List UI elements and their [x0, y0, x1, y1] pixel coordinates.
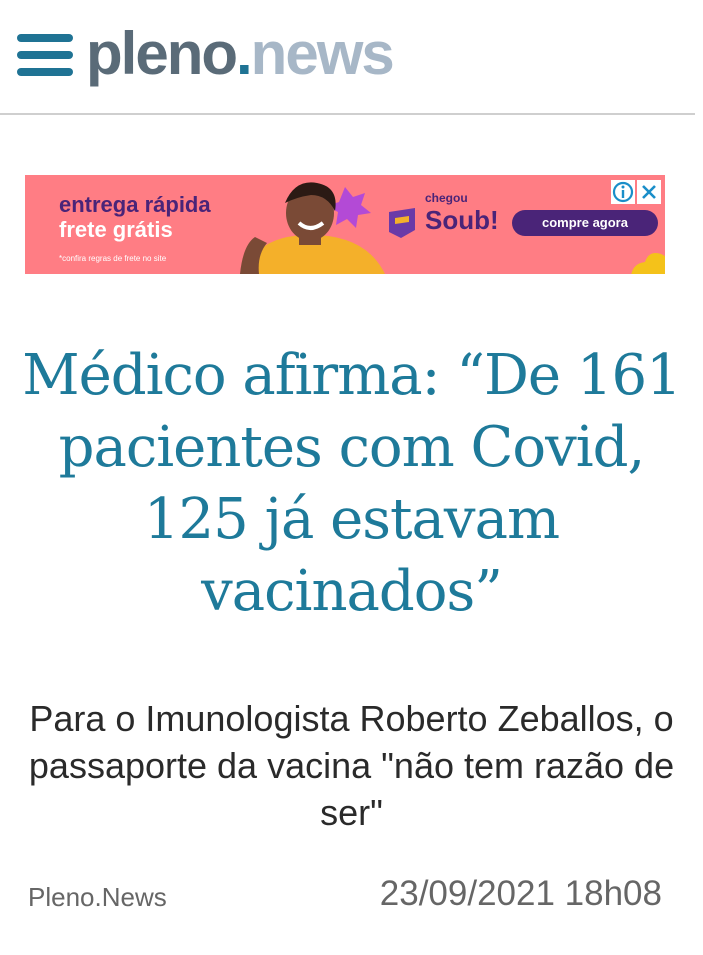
article-subtitle: Para o Imunologista Roberto Zeballos, o … — [28, 698, 675, 833]
ad-brand: Soub! — [425, 205, 499, 235]
ad-close-icon[interactable] — [637, 180, 661, 204]
site-header: pleno.news — [0, 0, 695, 115]
article-title: Médico afirma: “De 161 pacientes com Cov… — [22, 343, 681, 624]
hamburger-menu-icon[interactable] — [17, 34, 73, 76]
adchoices-icon[interactable] — [611, 180, 635, 204]
logo-text-pleno: pleno — [86, 20, 238, 87]
article-date: 23/09/2021 18h08 — [379, 874, 662, 913]
logo-text-news: news — [250, 20, 395, 87]
ad-decoration-shape — [631, 253, 665, 274]
soub-badge-icon — [389, 208, 415, 238]
ad-banner[interactable]: entrega rápida frete grátis *confira reg… — [25, 175, 665, 274]
ad-tagline: chegou — [425, 191, 468, 205]
ad-fine-print: *confira regras de frete no site — [59, 254, 167, 263]
ad-headline-line1: entrega rápida — [59, 192, 211, 217]
article-source-link[interactable]: Pleno.News — [28, 880, 167, 914]
ad-cta-button[interactable]: compre agora — [512, 210, 658, 236]
logo-dot: . — [236, 20, 253, 87]
ad-headline-line2: frete grátis — [59, 217, 173, 242]
site-logo[interactable]: pleno.news — [86, 14, 395, 94]
